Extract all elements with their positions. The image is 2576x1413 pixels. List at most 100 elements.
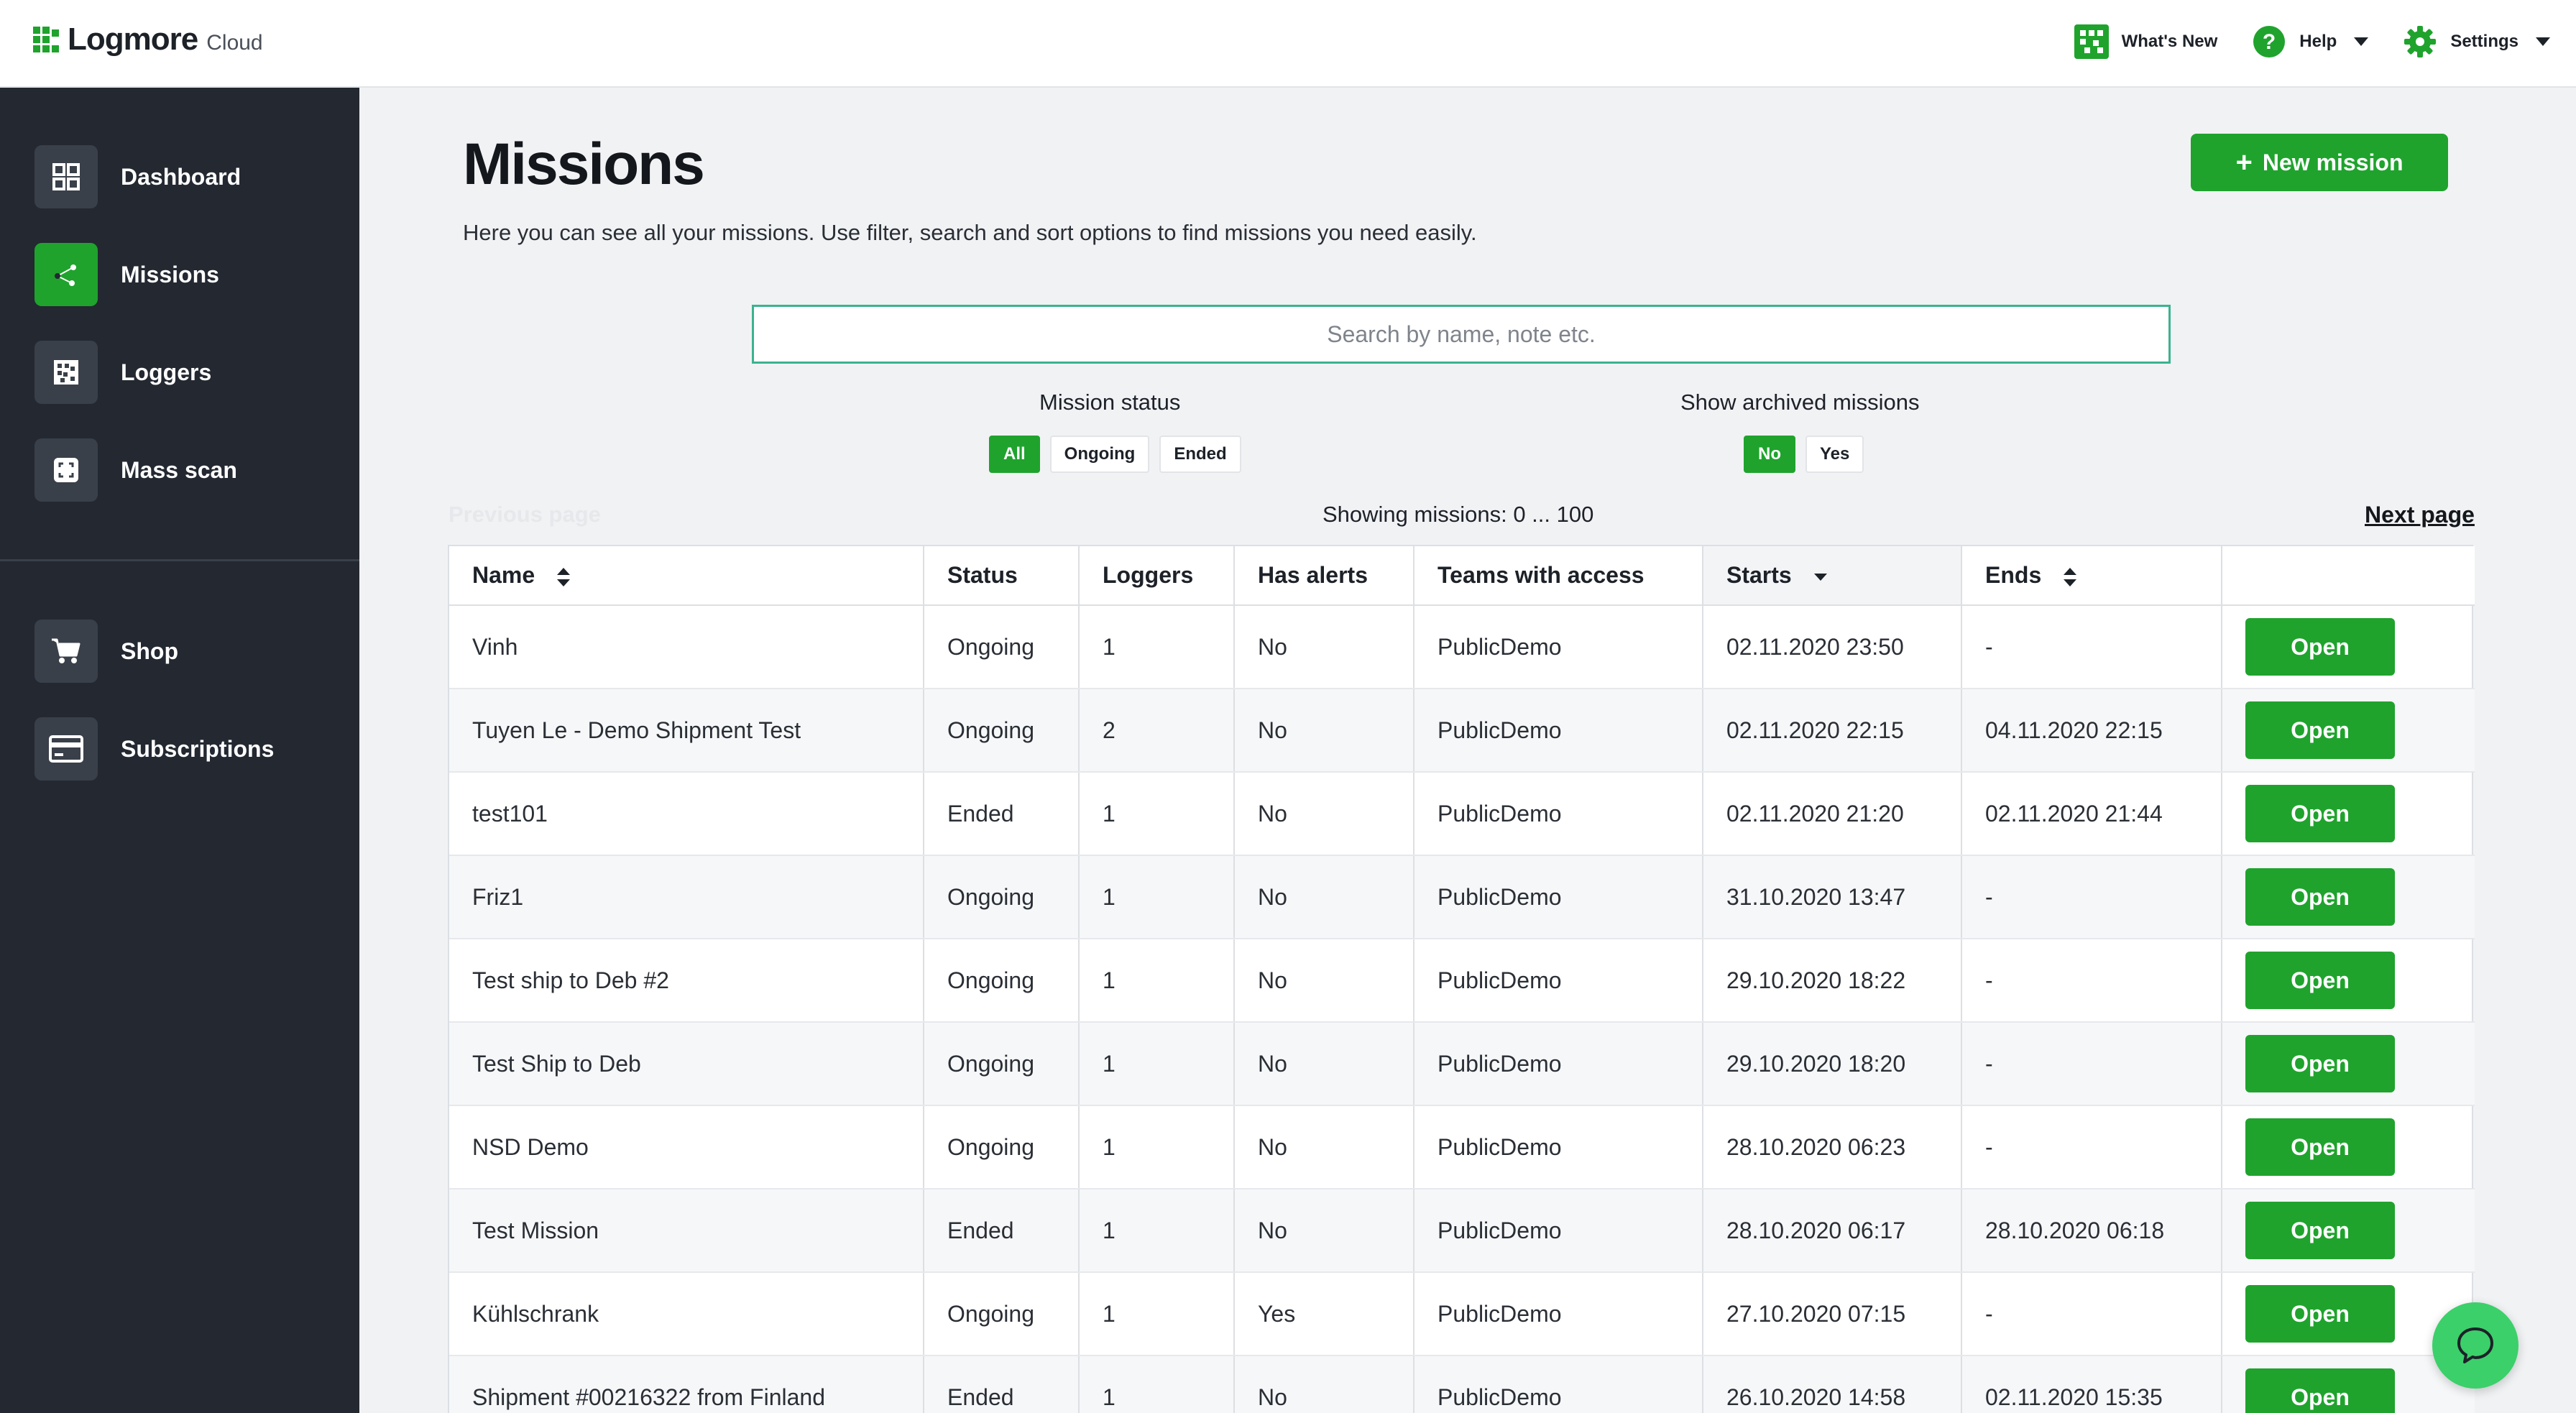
column-header-starts[interactable]: Starts (1703, 546, 1962, 606)
cell-action: Open (2222, 1022, 2475, 1106)
cell-starts: 02.11.2020 22:15 (1703, 689, 1962, 773)
open-mission-button[interactable]: Open (2245, 785, 2395, 842)
chevron-down-icon (2354, 37, 2369, 46)
cell-has-alerts: No (1234, 772, 1414, 856)
cell-loggers: 1 (1079, 1105, 1235, 1189)
open-mission-button[interactable]: Open (2245, 701, 2395, 759)
table-row: Shipment #00216322 from Finland Ended 1 No P… (449, 1356, 2475, 1413)
open-mission-button[interactable]: Open (2245, 868, 2395, 926)
cell-loggers: 1 (1079, 1189, 1235, 1273)
cell-ends: - (1961, 605, 2222, 689)
table-row: Tuyen Le - Demo Shipment Test Ongoing 2 No P… (449, 689, 2475, 773)
cell-status: Ongoing (924, 689, 1080, 773)
status-chip-ongoing[interactable]: Ongoing (1049, 436, 1150, 473)
sidebar-item-missions[interactable]: Missions (34, 243, 219, 306)
cell-action: Open (2222, 772, 2475, 856)
sidebar-item-subscriptions[interactable]: Subscriptions (34, 717, 274, 781)
open-mission-button[interactable]: Open (2245, 1118, 2395, 1176)
brand-logo[interactable]: Logmore Cloud (33, 22, 263, 57)
column-header-name[interactable]: Name (449, 546, 924, 606)
column-header-actions (2222, 546, 2475, 606)
sidebar-item-dashboard[interactable]: Dashboard (34, 145, 241, 208)
cell-action: Open (2222, 689, 2475, 773)
column-header-ends[interactable]: Ends (1961, 546, 2222, 606)
cell-action: Open (2222, 1105, 2475, 1189)
cell-teams: PublicDemo (1414, 689, 1703, 773)
sidebar-item-loggers[interactable]: Loggers (34, 341, 211, 404)
whats-new-link[interactable]: What's New (2074, 24, 2218, 59)
cell-ends: 02.11.2020 15:35 (1961, 1356, 2222, 1413)
whats-new-label: What's New (2121, 32, 2218, 51)
archived-chip-no[interactable]: No (1744, 436, 1795, 473)
cell-status: Ended (924, 772, 1080, 856)
sidebar-item-label: Shop (121, 638, 178, 664)
help-menu[interactable]: ? Help (2252, 24, 2369, 59)
cell-has-alerts: No (1234, 689, 1414, 773)
table-row: Friz1 Ongoing 1 No PublicDemo 31.10.2020 13:4… (449, 855, 2475, 939)
brand-name: Logmore (68, 22, 198, 57)
new-mission-label: New mission (2262, 149, 2404, 175)
chevron-down-icon (2536, 37, 2550, 46)
cell-teams: PublicDemo (1414, 1272, 1703, 1356)
search-input[interactable] (752, 305, 2171, 364)
cell-teams: PublicDemo (1414, 1356, 1703, 1413)
column-header-loggers: Loggers (1079, 546, 1235, 606)
table-row: Vinh Ongoing 1 No PublicDemo 02.11.2020 23:50… (449, 605, 2475, 689)
cell-loggers: 1 (1079, 1272, 1235, 1356)
cell-status: Ended (924, 1356, 1080, 1413)
cell-teams: PublicDemo (1414, 939, 1703, 1023)
sidebar-divider (0, 559, 359, 561)
credit-card-icon (49, 735, 83, 763)
open-mission-button[interactable]: Open (2245, 1035, 2395, 1092)
archived-chip-yes[interactable]: Yes (1806, 436, 1864, 473)
page-description: Here you can see all your missions. Use … (463, 220, 1477, 245)
sidebar-item-mass-scan[interactable]: Mass scan (34, 438, 237, 502)
open-mission-button[interactable]: Open (2245, 1285, 2395, 1343)
plus-icon: + (2235, 147, 2253, 178)
cell-loggers: 1 (1079, 772, 1235, 856)
cell-loggers: 1 (1079, 1356, 1235, 1413)
cell-teams: PublicDemo (1414, 1105, 1703, 1189)
gear-icon (2404, 26, 2437, 57)
cell-loggers: 1 (1079, 855, 1235, 939)
showing-count: Showing missions: 0 ... 100 (1322, 502, 1594, 527)
cell-status: Ongoing (924, 855, 1080, 939)
status-chip-all[interactable]: All (989, 436, 1040, 473)
sort-icon (2064, 567, 2077, 586)
cell-starts: 02.11.2020 23:50 (1703, 605, 1962, 689)
settings-menu[interactable]: Settings (2403, 24, 2550, 59)
sidebar-item-shop[interactable]: Shop (34, 620, 178, 683)
new-mission-button[interactable]: + New mission (2191, 134, 2448, 191)
cell-name: NSD Demo (449, 1105, 924, 1189)
table-row: NSD Demo Ongoing 1 No PublicDemo 28.10.2020 0… (449, 1105, 2475, 1189)
open-mission-button[interactable]: Open (2245, 1368, 2395, 1413)
sidebar-item-label: Dashboard (121, 163, 242, 190)
cell-loggers: 1 (1079, 939, 1235, 1023)
cell-ends: - (1961, 855, 2222, 939)
sort-desc-icon (1813, 573, 1827, 581)
cell-has-alerts: No (1234, 1189, 1414, 1273)
cell-name: Test Ship to Deb (449, 1022, 924, 1106)
cell-has-alerts: No (1234, 855, 1414, 939)
cell-status: Ongoing (924, 1022, 1080, 1106)
cell-name: Kühlschrank (449, 1272, 924, 1356)
table-row: Test ship to Deb #2 Ongoing 1 No PublicDemo 2… (449, 939, 2475, 1023)
cell-name: Tuyen Le - Demo Shipment Test (449, 689, 924, 773)
next-page-link[interactable]: Next page (2365, 502, 2475, 528)
table-header-row: Name Status Loggers Has alerts Teams wit… (449, 546, 2475, 606)
main-content: Missions Here you can see all your missi… (359, 88, 2576, 1413)
open-mission-button[interactable]: Open (2245, 952, 2395, 1009)
column-header-teams: Teams with access (1414, 546, 1703, 606)
open-mission-button[interactable]: Open (2245, 1202, 2395, 1259)
settings-label: Settings (2450, 32, 2518, 51)
cell-teams: PublicDemo (1414, 772, 1703, 856)
cell-teams: PublicDemo (1414, 1022, 1703, 1106)
cell-has-alerts: No (1234, 605, 1414, 689)
chat-support-button[interactable] (2432, 1302, 2518, 1389)
cell-action: Open (2222, 855, 2475, 939)
cart-icon (52, 638, 80, 663)
cell-status: Ongoing (924, 605, 1080, 689)
status-chip-ended[interactable]: Ended (1159, 436, 1241, 473)
open-mission-button[interactable]: Open (2245, 618, 2395, 676)
cell-ends: - (1961, 1105, 2222, 1189)
